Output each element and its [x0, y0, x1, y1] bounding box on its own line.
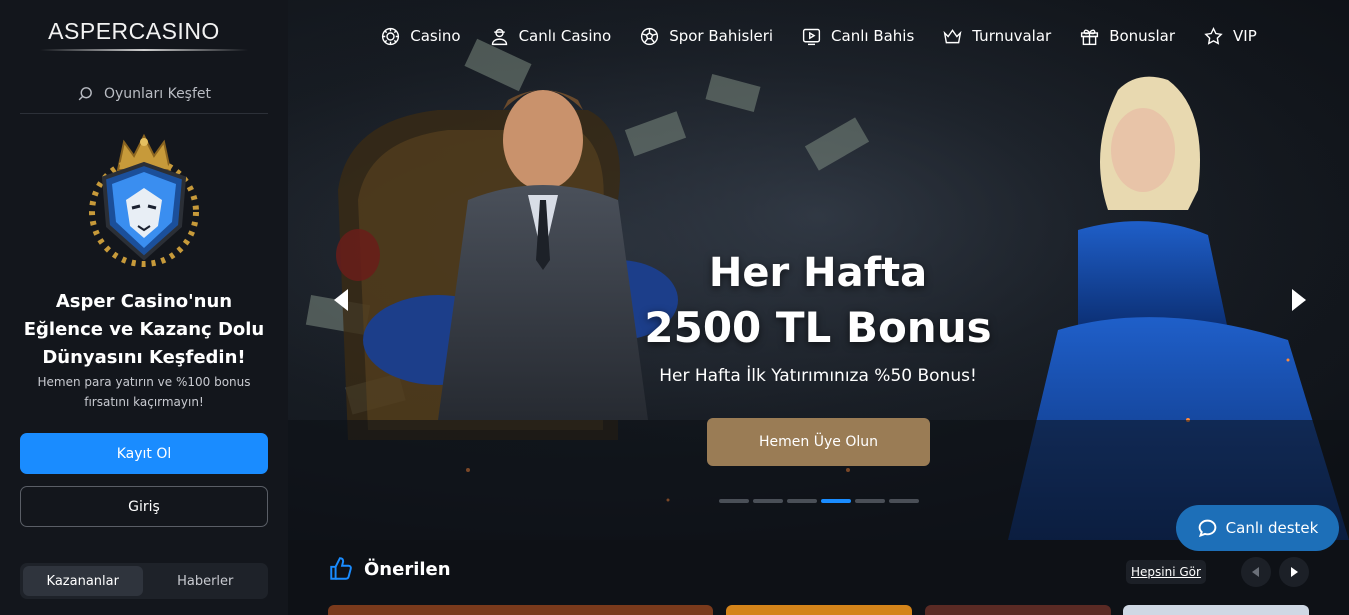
carousel-dot[interactable]	[787, 499, 817, 503]
search-placeholder: Oyunları Keşfet	[103, 85, 212, 102]
soccer-ball-icon	[641, 27, 659, 45]
carousel-next-icon[interactable]	[1288, 287, 1310, 313]
nav-live-betting[interactable]: Canlı Bahis	[801, 26, 914, 47]
thumbs-up-icon	[330, 557, 352, 580]
nav-vip-label: VIP	[1233, 27, 1257, 45]
carousel-dot[interactable]	[889, 499, 919, 503]
hero-banner: Casino Canlı Casino Spor Bahisleri Canlı…	[288, 0, 1349, 540]
register-button[interactable]: Kayıt Ol	[20, 433, 268, 474]
nav-live-casino[interactable]: Canlı Casino	[489, 26, 612, 47]
chat-bubble-icon	[1198, 519, 1217, 537]
search-icon	[78, 87, 92, 101]
gift-icon	[1081, 29, 1099, 45]
recommended-header: Önerilen	[328, 556, 451, 582]
lion-crest-logo	[89, 134, 199, 267]
nav-casino-label: Casino	[410, 27, 461, 45]
dealer-icon	[491, 28, 507, 45]
logo-underline	[40, 49, 248, 51]
play-screen-icon	[802, 28, 821, 45]
tab-winners[interactable]: Kazananlar	[23, 566, 143, 596]
nav-live-betting-label: Canlı Bahis	[831, 27, 915, 45]
see-all-link[interactable]: Hepsini Gör	[1126, 560, 1206, 584]
recommended-cards	[328, 605, 1349, 615]
hero-signup-button[interactable]: Hemen Üye Olun	[707, 418, 930, 466]
live-support-button[interactable]: Canlı destek	[1176, 505, 1339, 551]
sidebar-promo-title: Asper Casino'nun Eğlence ve Kazanç Dolu …	[23, 291, 265, 368]
game-card[interactable]	[1123, 605, 1309, 615]
main-content: Casino Canlı Casino Spor Bahisleri Canlı…	[288, 0, 1349, 615]
nav-bonuses[interactable]: Bonuslar	[1079, 26, 1175, 47]
chevron-right-icon	[1291, 567, 1298, 577]
carousel-dots	[719, 499, 919, 503]
login-button[interactable]: Giriş	[20, 486, 268, 527]
hero-subtitle: Her Hafta İlk Yatırımınıza %50 Bonus!	[659, 366, 977, 386]
nav-bonuses-label: Bonuslar	[1109, 27, 1176, 45]
sidebar: ASPERCASINO Oyunları Keşfet Asper Casino…	[0, 0, 288, 615]
game-card[interactable]	[925, 605, 1111, 615]
game-card[interactable]	[726, 605, 912, 615]
search-games[interactable]: Oyunları Keşfet	[20, 74, 268, 114]
nav-sports-betting-label: Spor Bahisleri	[669, 27, 774, 45]
chip-icon	[382, 27, 400, 45]
crown-icon	[943, 28, 962, 43]
carousel-dot-active[interactable]	[821, 499, 851, 503]
nav-tournaments[interactable]: Turnuvalar	[942, 26, 1051, 47]
logo[interactable]: ASPERCASINO	[20, 18, 248, 45]
hero-title-line2: 2500 TL Bonus	[644, 303, 992, 352]
carousel-dot[interactable]	[855, 499, 885, 503]
recommended-title: Önerilen	[364, 558, 451, 580]
recommended-next-button[interactable]	[1279, 557, 1309, 587]
nav-casino[interactable]: Casino	[380, 26, 461, 47]
sidebar-tabs: Kazananlar Haberler	[20, 563, 268, 599]
sidebar-promo-subtitle: Hemen para yatırın ve %100 bonus fırsatı…	[37, 375, 251, 409]
live-support-label: Canlı destek	[1225, 519, 1319, 537]
nav-tournaments-label: Turnuvalar	[972, 27, 1052, 45]
recommended-prev-button[interactable]	[1241, 557, 1271, 587]
carousel-dot[interactable]	[719, 499, 749, 503]
game-card[interactable]	[328, 605, 713, 615]
carousel-dot[interactable]	[753, 499, 783, 503]
star-icon	[1204, 26, 1223, 45]
hero-title-line1: Her Hafta	[708, 250, 928, 296]
tab-news[interactable]: Haberler	[146, 566, 266, 596]
nav-vip[interactable]: VIP	[1203, 26, 1257, 47]
nav-sports-betting[interactable]: Spor Bahisleri	[639, 26, 773, 47]
main-nav: Casino Canlı Casino Spor Bahisleri Canlı…	[288, 18, 1349, 54]
nav-live-casino-label: Canlı Casino	[518, 27, 612, 45]
carousel-prev-icon[interactable]	[330, 287, 352, 313]
chevron-left-icon	[1252, 567, 1259, 577]
